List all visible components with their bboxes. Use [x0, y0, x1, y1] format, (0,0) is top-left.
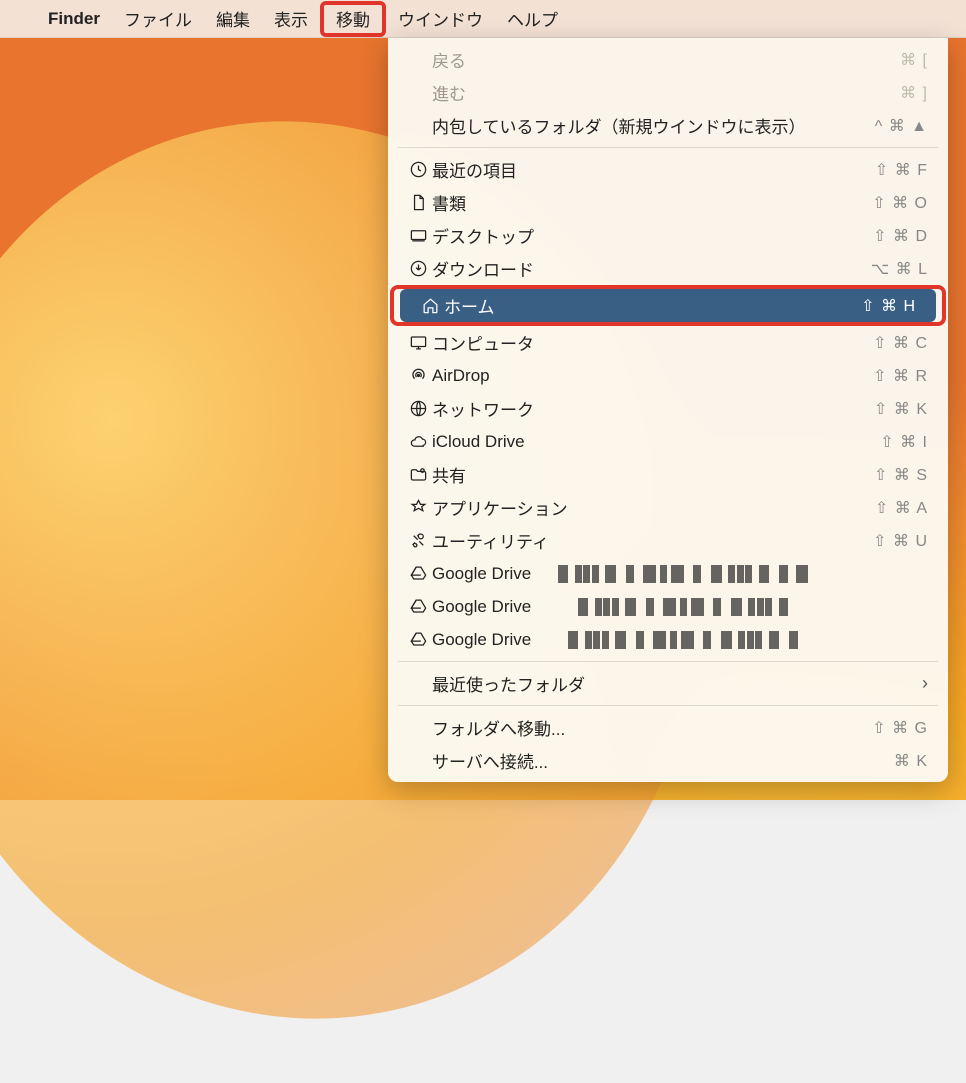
menu-go-to-folder[interactable]: フォルダへ移動... ⇧ ⌘ G: [388, 711, 948, 744]
menu-applications-shortcut: ⇧ ⌘ A: [875, 498, 928, 518]
menu-desktop-label: デスクトップ: [432, 223, 873, 248]
menu-enclosing-folder[interactable]: 内包しているフォルダ（新規ウインドウに表示） ^ ⌘ ▲: [388, 109, 948, 142]
shared-folder-icon: [404, 465, 432, 484]
menu-desktop-shortcut: ⇧ ⌘ D: [873, 226, 928, 246]
menubar-help[interactable]: ヘルプ: [495, 0, 570, 37]
menu-icloud-label: iCloud Drive: [432, 432, 880, 452]
cloud-icon: [404, 432, 432, 451]
desktop-icon: [404, 226, 432, 245]
menu-recents-shortcut: ⇧ ⌘ F: [875, 160, 928, 180]
menu-enclosing-label: 内包しているフォルダ（新規ウインドウに表示）: [432, 113, 875, 138]
menubar-view[interactable]: 表示: [262, 0, 320, 37]
menu-recents[interactable]: 最近の項目 ⇧ ⌘ F: [388, 153, 948, 186]
menu-google-drive-2[interactable]: Google Drive: [388, 590, 948, 623]
menu-network-label: ネットワーク: [432, 396, 874, 421]
menu-home-label: ホーム: [444, 293, 861, 318]
home-icon: [416, 296, 444, 315]
menu-recent-folders-label: 最近使ったフォルダ: [432, 671, 922, 696]
menu-gdrive1-label: Google Drive: [432, 564, 552, 584]
menu-computer[interactable]: コンピュータ ⇧ ⌘ C: [388, 326, 948, 359]
menu-documents-label: 書類: [432, 190, 872, 215]
google-drive-icon: [404, 630, 432, 649]
menu-enclosing-shortcut: ^ ⌘ ▲: [875, 116, 928, 136]
document-icon: [404, 193, 432, 212]
menu-go-to-folder-shortcut: ⇧ ⌘ G: [872, 718, 928, 738]
menu-computer-shortcut: ⇧ ⌘ C: [873, 333, 928, 353]
menubar-window[interactable]: ウインドウ: [386, 0, 495, 37]
menu-computer-label: コンピュータ: [432, 330, 873, 355]
highlight-annotation: ホーム ⇧ ⌘ H: [390, 285, 946, 326]
menu-desktop[interactable]: デスクトップ ⇧ ⌘ D: [388, 219, 948, 252]
menu-gdrive2-label: Google Drive: [432, 597, 572, 617]
menu-back: 戻る ⌘ [: [388, 43, 948, 76]
clock-icon: [404, 160, 432, 179]
menubar-file[interactable]: ファイル: [112, 0, 204, 37]
menu-back-shortcut: ⌘ [: [900, 50, 928, 70]
menu-downloads-shortcut: ⌥ ⌘ L: [871, 259, 928, 279]
menu-shared[interactable]: 共有 ⇧ ⌘ S: [388, 458, 948, 491]
menu-home[interactable]: ホーム ⇧ ⌘ H: [400, 289, 936, 322]
menu-go-to-folder-label: フォルダへ移動...: [432, 715, 872, 740]
menu-recent-folders[interactable]: 最近使ったフォルダ ›: [388, 667, 948, 700]
menu-separator: [398, 661, 938, 662]
menu-airdrop[interactable]: AirDrop ⇧ ⌘ R: [388, 359, 948, 392]
menu-shared-shortcut: ⇧ ⌘ S: [874, 465, 928, 485]
redacted-text: [568, 631, 798, 649]
menu-documents-shortcut: ⇧ ⌘ O: [872, 193, 928, 213]
menu-gdrive3-label: Google Drive: [432, 630, 562, 650]
menu-icloud-shortcut: ⇧ ⌘ I: [880, 432, 928, 452]
go-menu-dropdown: 戻る ⌘ [ 進む ⌘ ] 内包しているフォルダ（新規ウインドウに表示） ^ ⌘…: [388, 38, 948, 782]
menu-downloads-label: ダウンロード: [432, 256, 871, 281]
menu-connect-server-shortcut: ⌘ K: [894, 751, 928, 771]
menu-applications-label: アプリケーション: [432, 495, 875, 520]
menu-forward-label: 進む: [432, 80, 900, 105]
menu-network[interactable]: ネットワーク ⇧ ⌘ K: [388, 392, 948, 425]
google-drive-icon: [404, 564, 432, 583]
menu-utilities-shortcut: ⇧ ⌘ U: [873, 531, 928, 551]
download-icon: [404, 259, 432, 278]
redacted-text: [558, 565, 808, 583]
utilities-icon: [404, 531, 432, 550]
menu-google-drive-1[interactable]: Google Drive: [388, 557, 948, 590]
menubar-edit[interactable]: 編集: [204, 0, 262, 37]
menu-forward-shortcut: ⌘ ]: [900, 83, 928, 103]
menu-utilities-label: ユーティリティ: [432, 528, 873, 553]
menu-connect-server-label: サーバへ接続...: [432, 748, 894, 773]
menu-airdrop-shortcut: ⇧ ⌘ R: [873, 366, 928, 386]
menu-airdrop-label: AirDrop: [432, 366, 873, 386]
airdrop-icon: [404, 366, 432, 385]
menu-connect-server[interactable]: サーバへ接続... ⌘ K: [388, 744, 948, 777]
menu-recents-label: 最近の項目: [432, 157, 875, 182]
menu-forward: 進む ⌘ ]: [388, 76, 948, 109]
menu-utilities[interactable]: ユーティリティ ⇧ ⌘ U: [388, 524, 948, 557]
menu-network-shortcut: ⇧ ⌘ K: [874, 399, 928, 419]
menu-separator: [398, 705, 938, 706]
menubar-go[interactable]: 移動: [320, 1, 386, 37]
menu-documents[interactable]: 書類 ⇧ ⌘ O: [388, 186, 948, 219]
menu-downloads[interactable]: ダウンロード ⌥ ⌘ L: [388, 252, 948, 285]
menu-back-label: 戻る: [432, 47, 900, 72]
network-icon: [404, 399, 432, 418]
menu-applications[interactable]: アプリケーション ⇧ ⌘ A: [388, 491, 948, 524]
menu-icloud[interactable]: iCloud Drive ⇧ ⌘ I: [388, 425, 948, 458]
applications-icon: [404, 498, 432, 517]
menubar: Finder ファイル 編集 表示 移動 ウインドウ ヘルプ: [0, 0, 966, 38]
menu-shared-label: 共有: [432, 462, 874, 487]
redacted-text: [578, 598, 788, 616]
app-menu-finder[interactable]: Finder: [36, 0, 112, 37]
google-drive-icon: [404, 597, 432, 616]
menu-separator: [398, 147, 938, 148]
menu-home-shortcut: ⇧ ⌘ H: [861, 296, 916, 316]
menu-google-drive-3[interactable]: Google Drive: [388, 623, 948, 656]
computer-icon: [404, 333, 432, 352]
chevron-right-icon: ›: [922, 673, 928, 694]
